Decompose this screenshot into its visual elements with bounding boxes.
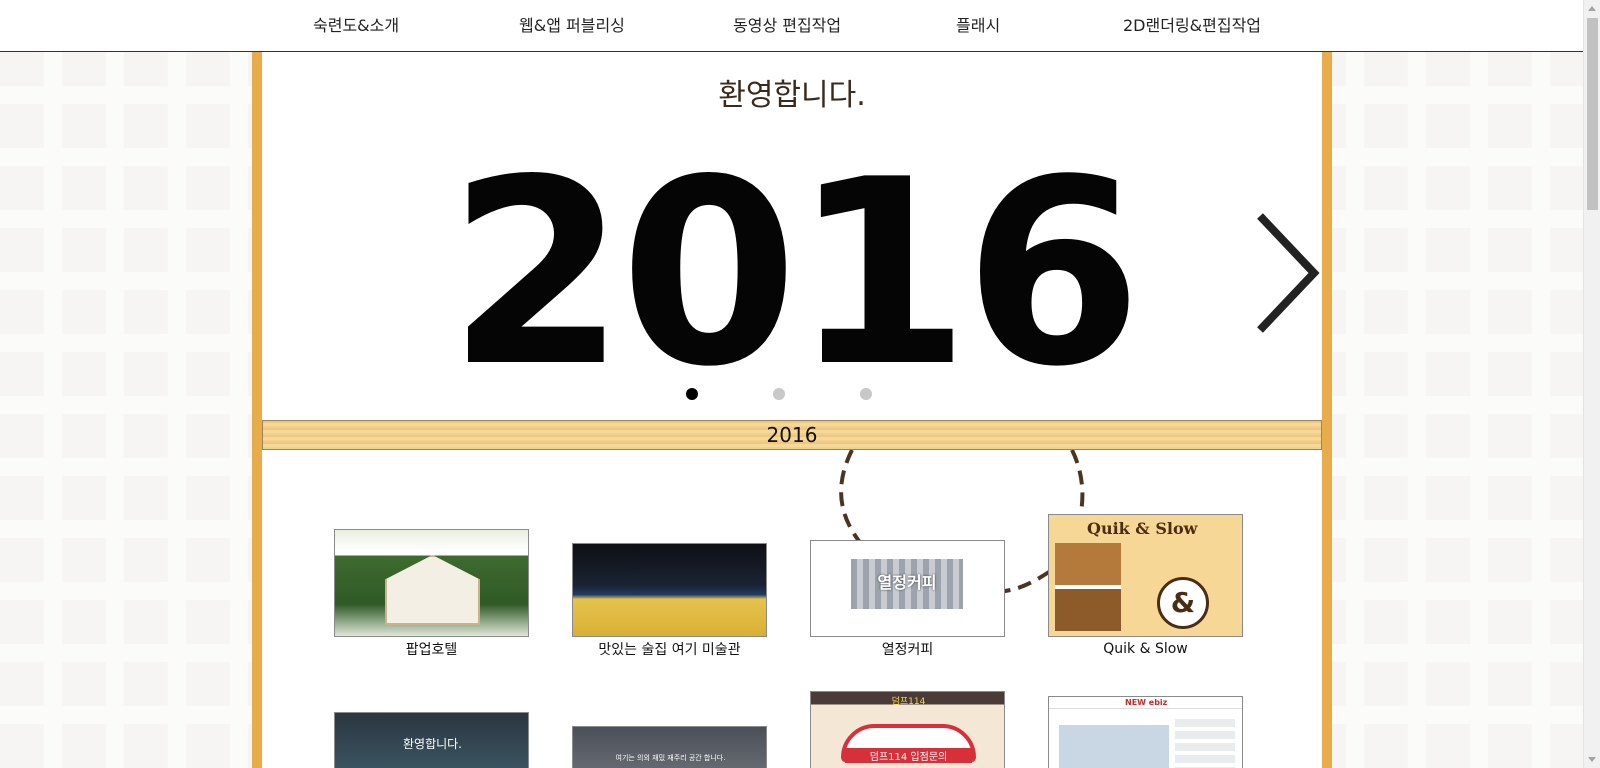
slider-dot-3[interactable] [860,388,872,400]
slider-next-arrow-icon[interactable] [1252,208,1322,338]
slider-pagination [262,388,1322,404]
section-year-bar: 2016 [262,420,1322,450]
nav-item-video-editing[interactable]: 동영상 편집작업 [733,0,841,52]
nav-item-web-app-publishing[interactable]: 웹&앱 퍼블리싱 [519,0,625,52]
portfolio-screenshot: 여기는 의외 재밌 재주리 공간 합니다. [572,726,767,768]
portfolio-screenshot: 환영합니다. [334,712,529,768]
nav-item-flash[interactable]: 플래시 [956,0,1000,52]
portfolio-caption: 열정커피 [881,642,934,658]
slider-dot-1[interactable] [686,388,698,400]
ampersand-icon: & [1157,577,1209,629]
portfolio-caption: 맛있는 술집 여기 미술관 [598,642,741,658]
content-frame: 환영합니다. 2016 2016 팝업호텔 맛있는 술집 여기 미술관 열정커피 [252,52,1332,768]
nav-item-skills[interactable]: 숙련도&소개 [313,0,399,52]
preview-text: 환영합니다. [402,737,462,751]
portfolio-screenshot: 열정커피 [810,540,1005,637]
top-navigation: 숙련도&소개 웹&앱 퍼블리싱 동영상 편집작업 플래시 2D랜더링&편집작업 [0,0,1583,52]
portfolio-caption: Quik & Slow [1103,641,1188,657]
portfolio-caption: 팝업호텔 [405,642,458,658]
portfolio-screenshot: Quik & Slow & [1048,514,1243,637]
scrollbar-thumb[interactable] [1587,18,1598,210]
portfolio-screenshot: NEW ebiz [1048,696,1243,768]
map-image [1059,725,1169,768]
quik-slow-logo-text: Quik & Slow [1087,519,1198,538]
portfolio-screenshot [334,529,529,637]
coffee-brand-text: 열정커피 [877,573,937,592]
portfolio-screenshot: 덤프114 덤프114 입점문의 [810,691,1005,768]
preview-text: 덤프114 [891,697,926,707]
nav-item-2d-rendering[interactable]: 2D랜더링&편집작업 [1123,0,1261,52]
ribbon-text: 덤프114 입점문의 [845,748,972,763]
slide-year-text: 2016 [447,125,1143,423]
restaurant-photo [1055,543,1121,631]
sidebar-list [1175,717,1235,768]
portfolio-screenshot [572,543,767,637]
ebiz-logo-text: NEW ebiz [1125,698,1168,707]
scroll-down-icon[interactable] [1588,757,1596,762]
ribbon-badge: 덤프114 입점문의 [841,724,976,763]
scroll-up-icon[interactable] [1588,6,1596,11]
tent-image [385,555,480,625]
page-scrollbar[interactable] [1583,0,1600,768]
preview-text: 여기는 의외 재밌 재주리 공간 합니다. [615,754,726,762]
slider-dot-2[interactable] [773,388,785,400]
welcome-heading: 환영합니다. [718,78,866,113]
